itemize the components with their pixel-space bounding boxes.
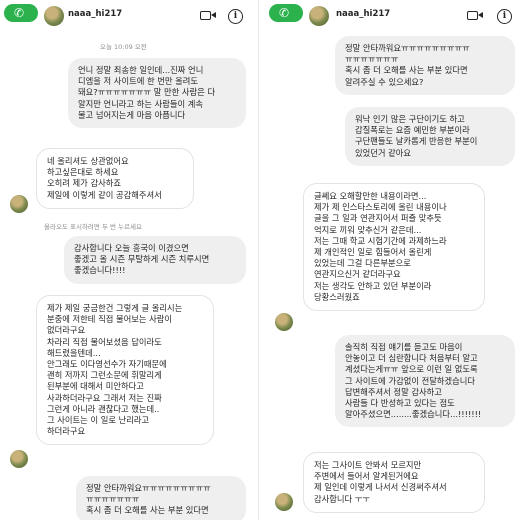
message-bubble-incoming[interactable]: 제가 제일 궁금한건 그렇게 글 올리시는 분중에 저한테 직접 물어보는 사람… (36, 295, 214, 446)
divider (258, 0, 265, 520)
chat-panel-right: ✆ naaa_hi217 i 정말 안타까워요ㅠㅠㅠㅠㅠㅠㅠㅠㅠ ㅠㅠㅠㅠㅠㅠㅠ… (265, 0, 524, 520)
sender-avatar[interactable] (275, 313, 293, 331)
message-bubble-incoming[interactable]: 글쎄요 오해할만한 내용이라면... 제가 제 인스타스토리에 올린 내용이나 … (303, 183, 485, 312)
message-bubble-incoming[interactable]: 네 올리셔도 상관없어요 하고싶은대로 하세요 오히려 제가 감사하죠 제일에 … (36, 148, 194, 209)
call-button[interactable]: ✆ (4, 4, 38, 22)
username[interactable]: naaa_hi217 (336, 9, 390, 19)
chat-header: ✆ naaa_hi217 i (0, 0, 257, 32)
chat-header: ✆ naaa_hi217 i (265, 0, 524, 32)
video-call-icon[interactable] (467, 11, 483, 20)
message-bubble-outgoing[interactable]: 정말 안타까워요ㅠㅠㅠㅠㅠㅠㅠㅠㅠ ㅠㅠㅠㅠㅠㅠㅠ 혹시 좀 더 오해를 사는 … (76, 476, 246, 520)
chat-panel-left: ✆ naaa_hi217 i 오늘 10:09 오전 언니 정말 죄송한 일인데… (0, 0, 257, 520)
video-call-icon[interactable] (200, 11, 216, 20)
avatar[interactable] (44, 6, 64, 26)
username[interactable]: naaa_hi217 (68, 9, 122, 19)
system-note: 올라오도 표시하려면 두 번 누르세요 (44, 223, 142, 231)
message-bubble-incoming[interactable]: 저는 그사이트 안봐서 모르지만 주변에서 들어서 알게된거에요 제 일인데 이… (303, 452, 485, 513)
info-icon[interactable]: i (228, 9, 243, 24)
message-bubble-outgoing[interactable]: 솔직히 직접 얘기를 듣고도 마음이 안놓이고 더 심란합니다 처음부터 알고 … (335, 335, 515, 428)
message-bubble-outgoing[interactable]: 정말 안타까워요ㅠㅠㅠㅠㅠㅠㅠㅠㅠ ㅠㅠㅠㅠㅠㅠㅠ 혹시 좀 더 오해를 사는 … (335, 36, 515, 95)
sender-avatar[interactable] (10, 450, 28, 468)
message-bubble-outgoing[interactable]: 감사합니다 오늘 흥국이 이겼으면 좋겠고 올 시즌 무탈하게 시즌 치루시면 … (64, 236, 246, 284)
call-button[interactable]: ✆ (269, 4, 303, 22)
avatar[interactable] (309, 6, 329, 26)
phone-icon: ✆ (14, 6, 25, 20)
phone-icon: ✆ (279, 6, 290, 20)
message-bubble-outgoing[interactable]: 언니 정말 죄송한 일인데...진짜 언니 디엠을 저 사이트에 한 번만 올려… (68, 58, 246, 129)
timestamp: 오늘 10:09 오전 (100, 43, 147, 51)
sender-avatar[interactable] (10, 195, 28, 213)
sender-avatar[interactable] (275, 493, 293, 511)
info-icon[interactable]: i (497, 9, 512, 24)
message-bubble-outgoing[interactable]: 워낙 인기 많은 구단이기도 하고 갑질폭로는 요즘 예민한 부분이라 구단팬들… (345, 107, 515, 166)
